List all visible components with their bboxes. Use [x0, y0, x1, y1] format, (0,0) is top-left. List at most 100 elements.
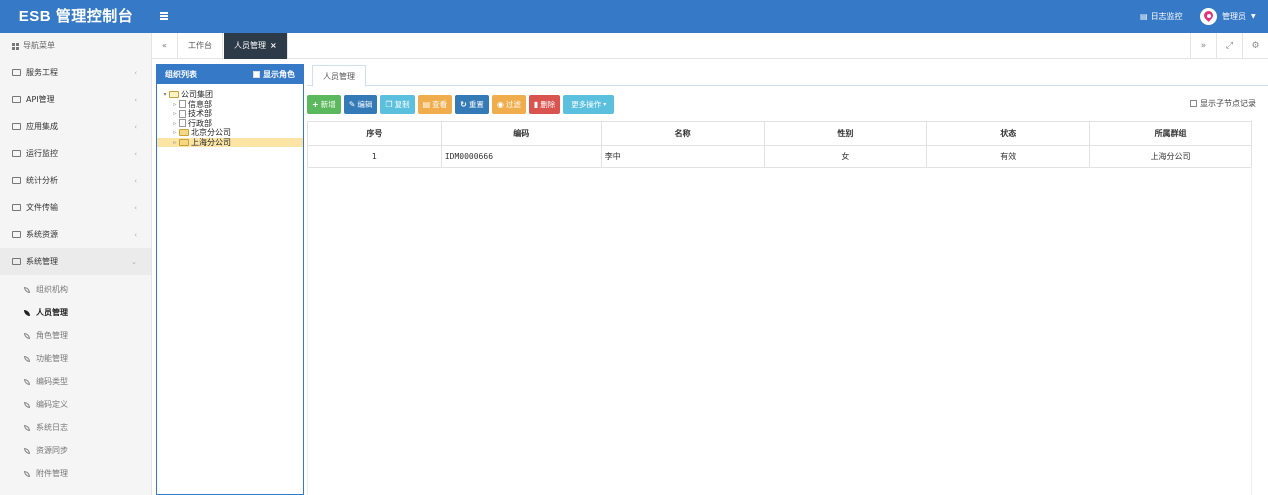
close-icon[interactable]: × [270, 41, 277, 50]
checkbox-icon [253, 70, 260, 78]
folder-icon [12, 231, 21, 238]
collapse-icon[interactable]: ▹ [171, 138, 179, 148]
copy-button[interactable]: ❐ 复制 [380, 95, 415, 114]
sidebar-sub-functions[interactable]: 功能管理 [0, 347, 151, 370]
sidebar-sub-org[interactable]: 组织机构 [0, 278, 151, 301]
sidebar-sub-attachments[interactable]: 附件管理 [0, 462, 151, 485]
tab-personnel[interactable]: 人员管理 × [224, 33, 288, 59]
scroll-right-icon[interactable]: » [1190, 33, 1216, 59]
leaf-icon [24, 378, 30, 385]
leaf-icon [24, 332, 30, 339]
view-button[interactable]: ▤ 查看 [417, 95, 453, 114]
tab-workbench[interactable]: 工作台 [178, 33, 223, 59]
leaf-icon [24, 470, 30, 477]
edit-icon: ✎ [348, 100, 356, 109]
sidebar-sub-code-types[interactable]: 编码类型 [0, 370, 151, 393]
sidebar: 导航菜单 服务工程 ‹ API管理 ‹ 应用集成 ‹ 运行监控 ‹ 统计分析 ‹ 文件传输… [0, 33, 152, 495]
toolbar: + 新增 ✎ 编辑 ❐ 复制 ▤ 查看 ↻ 重置 ◉ 过滤 ▮ 删除 更多操作 ▾ [307, 95, 615, 114]
filter-button[interactable]: ◉ 过滤 [491, 95, 526, 114]
document-icon [179, 109, 186, 118]
sidebar-item-monitoring[interactable]: 运行监控 ‹ [0, 140, 151, 167]
copy-icon: ❐ [385, 100, 393, 109]
chevron-left-icon: ‹ [134, 122, 137, 131]
column-header[interactable]: 序号 [307, 121, 442, 146]
tree-node-admin-dept[interactable]: ▹ 行政部 [157, 119, 303, 129]
column-header[interactable]: 名称 [600, 121, 765, 146]
leaf-icon [24, 309, 30, 316]
show-roles-checkbox[interactable]: 显示角色 [253, 69, 295, 80]
refresh-icon: ↻ [460, 100, 467, 109]
sidebar-sub-system-log[interactable]: 系统日志 [0, 416, 151, 439]
sidebar-item-system-management[interactable]: 系统管理 ⌄ [0, 248, 151, 275]
folder-icon [179, 129, 189, 137]
nav-title: 导航菜单 [23, 41, 55, 50]
collapse-icon[interactable]: ▹ [171, 128, 179, 138]
gear-icon[interactable]: ⚙ [1242, 33, 1268, 59]
sidebar-item-system-resource[interactable]: 系统资源 ‹ [0, 221, 151, 248]
sidebar-sub-code-defs[interactable]: 编码定义 [0, 393, 151, 416]
leaf-icon [24, 355, 30, 362]
checkbox-icon [1190, 100, 1197, 107]
table-cell: 1 [307, 145, 442, 168]
sidebar-sub-personnel[interactable]: 人员管理 [0, 301, 151, 324]
collapse-icon[interactable]: ▹ [171, 100, 179, 110]
tree-node-shanghai[interactable]: ▹ 上海分公司 [157, 137, 303, 148]
document-icon [179, 100, 186, 109]
table-cell: IDM0000666 [440, 145, 602, 168]
more-actions-button[interactable]: 更多操作 ▾ [563, 95, 615, 114]
tree-node-tech-dept[interactable]: ▹ 技术部 [157, 109, 303, 119]
show-child-records-checkbox[interactable]: 显示子节点记录 [1190, 98, 1256, 109]
folder-open-icon [169, 91, 179, 99]
top-header: ESB 管理控制台 ▤ 日志监控 管理员 ▼ [0, 0, 1268, 33]
sidebar-item-statistics[interactable]: 统计分析 ‹ [0, 167, 151, 194]
table-cell: 上海分公司 [1089, 145, 1252, 168]
sidebar-item-api[interactable]: API管理 ‹ [0, 86, 151, 113]
sidebar-item-app-integration[interactable]: 应用集成 ‹ [0, 113, 151, 140]
user-menu[interactable]: 管理员 ▼ [1200, 0, 1256, 33]
column-header[interactable]: 编码 [440, 121, 602, 146]
chevron-left-icon: ‹ [134, 149, 137, 158]
folder-icon [12, 123, 21, 130]
fullscreen-icon[interactable]: ⤢ [1216, 33, 1242, 59]
table-cell: 李中 [600, 145, 765, 168]
folder-icon [12, 177, 21, 184]
caret-down-icon: ▾ [603, 101, 607, 108]
trash-icon: ▮ [533, 100, 539, 109]
sidebar-item-service-project[interactable]: 服务工程 ‹ [0, 59, 151, 86]
table-header-row: 序号 编码 名称 性别 状态 所属群组 [307, 121, 1252, 146]
caret-down-icon: ▼ [1251, 13, 1256, 20]
column-header[interactable]: 性别 [763, 121, 928, 146]
column-header[interactable]: 所属群组 [1089, 121, 1252, 146]
add-button[interactable]: + 新增 [307, 95, 341, 114]
expand-icon[interactable]: ▾ [161, 90, 169, 100]
avatar-icon [1200, 8, 1217, 25]
tree-node-info-dept[interactable]: ▹ 信息部 [157, 100, 303, 110]
plus-icon: + [312, 100, 319, 109]
view-icon: ▤ [422, 100, 431, 109]
table-row[interactable]: 1 IDM0000666 李中 女 有效 上海分公司 [307, 145, 1252, 168]
eye-icon: ◉ [496, 100, 504, 109]
menu-toggle-icon[interactable] [158, 9, 172, 23]
list-icon: ▤ [1140, 12, 1148, 21]
tab-bar: « 工作台 人员管理 × » ⤢ ⚙ [152, 33, 1268, 59]
table-cell: 女 [763, 145, 928, 168]
sidebar-item-file-transfer[interactable]: 文件传输 ‹ [0, 194, 151, 221]
leaf-icon [24, 286, 30, 293]
column-header[interactable]: 状态 [926, 121, 1091, 146]
log-monitor-link[interactable]: ▤ 日志监控 [1140, 0, 1183, 33]
org-panel-title: 组织列表 [165, 69, 197, 79]
folder-icon [179, 138, 189, 146]
chevron-left-icon: ‹ [134, 68, 137, 77]
tree-node-beijing[interactable]: ▹ 北京分公司 [157, 128, 303, 138]
reset-button[interactable]: ↻ 重置 [455, 95, 489, 114]
collapse-icon[interactable]: ▹ [171, 109, 179, 119]
sidebar-sub-resource-sync[interactable]: 资源同步 [0, 439, 151, 462]
sidebar-sub-roles[interactable]: 角色管理 [0, 324, 151, 347]
collapse-icon[interactable]: ▹ [171, 119, 179, 129]
chevron-left-icon: ‹ [134, 95, 137, 104]
tree-node-group[interactable]: ▾ 公司集团 [157, 90, 303, 100]
scroll-left-icon[interactable]: « [152, 33, 178, 59]
delete-button[interactable]: ▮ 删除 [528, 95, 561, 114]
edit-button[interactable]: ✎ 编辑 [343, 95, 378, 114]
tab-personnel-management[interactable]: 人员管理 [312, 65, 366, 87]
